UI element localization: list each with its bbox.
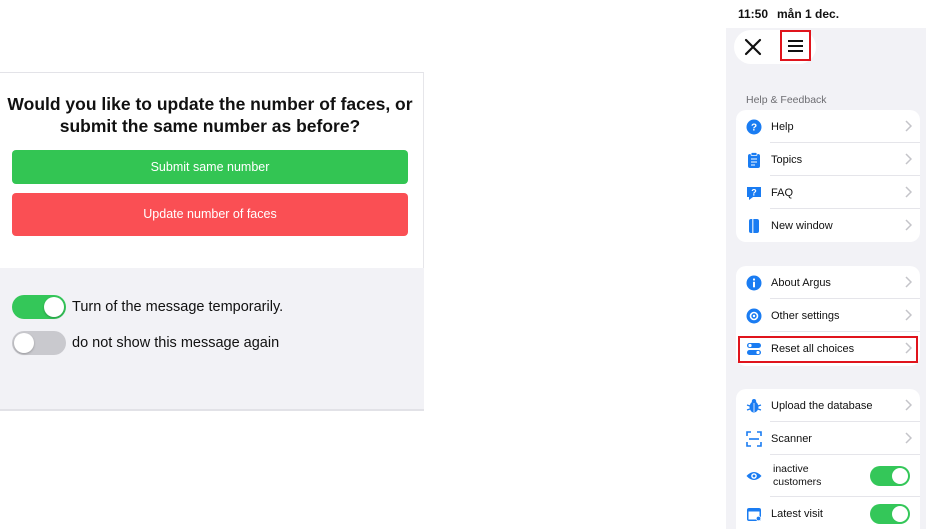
menu-bar	[788, 50, 803, 52]
bug-icon	[746, 398, 762, 412]
menu-item-topics[interactable]: Topics	[736, 143, 920, 176]
chevron-right-icon	[905, 276, 912, 288]
turn-off-temporarily-toggle[interactable]	[12, 295, 66, 319]
toggle-knob	[892, 505, 908, 522]
data-tools-group: Upload the database Scanner inactive cus…	[736, 389, 920, 529]
svg-text:?: ?	[751, 187, 757, 197]
toggle-knob	[892, 468, 908, 484]
info-icon	[746, 275, 762, 290]
toggle-knob	[44, 297, 64, 317]
status-bar: 11:50 mån 1 dec.	[726, 0, 926, 28]
option-label-never: do not show this message again	[72, 335, 280, 351]
menu-item-label: Topics	[771, 153, 803, 166]
menu-item-label: About Argus	[771, 276, 831, 289]
help-feedback-group: ? Help Topics ? FAQ New window	[736, 110, 920, 242]
chevron-right-icon	[905, 219, 912, 231]
question-icon: ?	[746, 119, 762, 134]
menu-item-label: Scanner	[771, 432, 812, 445]
option-row-never: do not show this message again	[12, 330, 279, 356]
scan-icon	[746, 430, 762, 447]
calendar-icon	[747, 507, 762, 521]
phone-settings-screen: 11:50 mån 1 dec. Help & Feedback ? Help	[726, 0, 926, 529]
latest-visit-toggle[interactable]	[870, 503, 910, 524]
status-date: mån 1 dec.	[777, 7, 840, 21]
chevron-right-icon	[905, 399, 912, 411]
menu-item-latest-visit: Latest visit	[736, 497, 920, 529]
chevron-right-icon	[905, 120, 912, 132]
settings-circle-icon	[746, 308, 762, 323]
chevron-right-icon	[905, 309, 912, 321]
menu-item-inactive-customers: inactive customers	[736, 455, 920, 497]
menu-item-scanner[interactable]: Scanner	[736, 422, 920, 455]
submit-same-number-button[interactable]: Submit same number	[12, 150, 408, 184]
menu-item-new-window[interactable]: New window	[736, 209, 920, 242]
status-time: 11:50	[738, 7, 769, 21]
menu-item-label: Other settings	[771, 309, 840, 322]
dialog-title: Would you like to update the number of f…	[7, 94, 413, 136]
menu-item-label: Help	[771, 120, 794, 133]
hamburger-menu-button[interactable]	[780, 30, 811, 61]
menu-item-faq[interactable]: ? FAQ	[736, 176, 920, 209]
menu-item-label: New window	[771, 219, 833, 232]
section-header-help-feedback: Help & Feedback	[746, 94, 827, 106]
option-label-temporary: Turn of the message temporarily.	[72, 299, 284, 315]
menu-bar	[788, 40, 803, 42]
menu-item-label: inactive customers	[773, 463, 822, 488]
dialog-options-panel: Turn of the message temporarily. do not …	[0, 268, 424, 411]
chevron-right-icon	[905, 186, 912, 198]
toggle-knob	[14, 333, 34, 353]
menu-item-upload-database[interactable]: Upload the database	[736, 389, 920, 422]
menu-item-help[interactable]: ? Help	[736, 110, 920, 143]
update-number-of-faces-button[interactable]: Update number of faces	[12, 193, 408, 236]
update-faces-dialog: Would you like to update the number of f…	[0, 72, 424, 411]
option-row-temporary: Turn of the message temporarily.	[12, 294, 283, 320]
clipboard-icon	[748, 151, 760, 168]
menu-item-label: FAQ	[771, 186, 794, 199]
menu-item-other-settings[interactable]: Other settings	[736, 299, 920, 332]
menu-item-about-argus[interactable]: About Argus	[736, 266, 920, 299]
menu-item-label: Upload the database	[771, 399, 873, 412]
inactive-customers-toggle[interactable]	[870, 466, 910, 486]
menu-item-label: Latest visit	[771, 507, 823, 520]
menu-bar	[788, 45, 803, 47]
close-icon[interactable]	[742, 36, 764, 58]
do-not-show-again-toggle[interactable]	[12, 331, 66, 355]
chat-question-icon: ?	[747, 186, 761, 200]
bookmark-icon	[749, 218, 759, 233]
chevron-right-icon	[905, 153, 912, 165]
eye-icon	[746, 472, 762, 480]
chevron-right-icon	[905, 432, 912, 444]
screenshot-root: Would you like to update the number of f…	[0, 0, 926, 529]
svg-text:?: ?	[751, 122, 757, 133]
nav-bar	[726, 28, 926, 74]
reset-choices-highlight	[738, 336, 918, 363]
